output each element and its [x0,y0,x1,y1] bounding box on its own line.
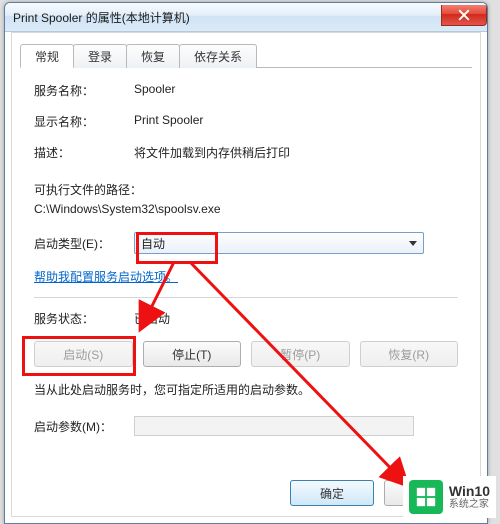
start-params-label: 启动参数(M)： [34,418,134,435]
service-status-label: 服务状态： [34,310,134,327]
watermark: Win10 系统之家 [403,476,496,518]
service-name-label: 服务名称： [34,82,134,99]
startup-type-select-wrap: 自动 [134,232,458,254]
row-startup-type: 启动类型(E)： 自动 [34,232,458,254]
row-service-name: 服务名称： Spooler [34,82,458,99]
service-status-value: 已启动 [134,310,458,327]
tab-logon[interactable]: 登录 [73,44,127,68]
ok-button[interactable]: 确定 [290,480,374,506]
tab-recovery[interactable]: 恢复 [126,44,180,68]
close-button[interactable] [441,5,487,26]
resume-button[interactable]: 恢复(R) [360,341,459,367]
row-display-name: 显示名称： Print Spooler [34,113,458,130]
description-label: 描述： [34,144,134,161]
display-name-value: Print Spooler [134,113,458,127]
tab-body: 服务名称： Spooler 显示名称： Print Spooler 描述： 将文… [12,68,480,458]
row-service-status: 服务状态： 已启动 [34,310,458,327]
windows-icon [415,486,437,508]
control-button-row: 启动(S) 停止(T) 暂停(P) 恢复(R) [34,341,458,367]
pause-button[interactable]: 暂停(P) [251,341,350,367]
window-title: Print Spooler 的属性(本地计算机) [13,9,442,26]
stop-button[interactable]: 停止(T) [143,341,242,367]
startup-type-label: 启动类型(E)： [34,235,134,252]
properties-dialog: Print Spooler 的属性(本地计算机) 常规 登录 恢复 依存关系 服… [4,2,488,524]
window-buttons [442,5,487,25]
service-name-value: Spooler [134,82,458,96]
watermark-logo [409,480,443,514]
start-params-input [134,416,414,436]
close-icon [458,9,470,21]
watermark-line1: Win10 [449,484,490,499]
watermark-text: Win10 系统之家 [449,484,490,511]
row-exe-path: 可执行文件的路径： C:\Windows\System32\spoolsv.ex… [34,181,458,216]
tab-bar: 常规 登录 恢复 依存关系 [20,43,472,68]
tab-dependencies[interactable]: 依存关系 [179,44,257,68]
watermark-line2: 系统之家 [449,499,490,511]
titlebar[interactable]: Print Spooler 的属性(本地计算机) [5,3,487,32]
row-start-params: 启动参数(M)： [34,416,458,436]
exe-path-label: 可执行文件的路径： [34,181,458,198]
display-name-label: 显示名称： [34,113,134,130]
startup-type-select[interactable]: 自动 [134,232,424,254]
client-area: 常规 登录 恢复 依存关系 服务名称： Spooler 显示名称： Print … [11,32,481,517]
help-link[interactable]: 帮助我配置服务启动选项。 [34,270,178,284]
startup-type-value: 自动 [141,235,165,252]
description-value: 将文件加载到内存供稍后打印 [134,144,458,161]
exe-path-value: C:\Windows\System32\spoolsv.exe [34,202,458,216]
tab-general[interactable]: 常规 [20,44,74,68]
row-description: 描述： 将文件加载到内存供稍后打印 [34,144,458,161]
start-button[interactable]: 启动(S) [34,341,133,367]
start-params-hint: 当从此处启动服务时，您可指定所适用的启动参数。 [34,381,458,398]
separator [34,297,458,298]
chevron-down-icon [409,241,417,246]
